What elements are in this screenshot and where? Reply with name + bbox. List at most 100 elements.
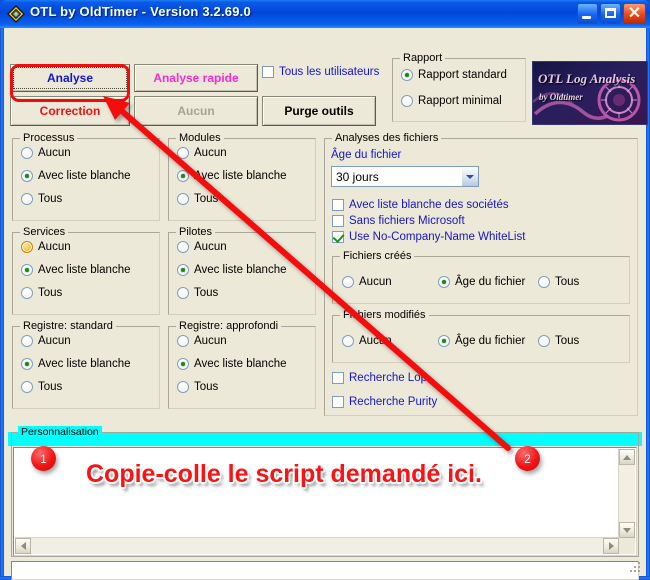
- radio-icon: [21, 287, 33, 299]
- pilotes-group: Pilotes Aucun Avec liste blanche Tous: [168, 226, 316, 315]
- radio-icon: [177, 381, 189, 393]
- pilotes-avec-liste-blanche-radio[interactable]: Avec liste blanche: [177, 264, 286, 276]
- radio-icon: [21, 381, 33, 393]
- checkbox-icon: [332, 231, 344, 243]
- analyses-legend: Analyses des fichiers: [332, 132, 442, 144]
- radio-label: Tous: [555, 335, 580, 347]
- registre-standard-legend: Registre: standard: [20, 320, 116, 332]
- analyse-rapide-button[interactable]: Analyse rapide: [134, 64, 258, 92]
- sans-fichiers-microsoft-checkbox[interactable]: Sans fichiers Microsoft: [332, 215, 465, 227]
- aucun-button[interactable]: Aucun: [134, 96, 258, 126]
- fichiers-crees-group: Fichiers créés Aucun Âge du fichier Tous: [332, 250, 630, 304]
- fichiers-modifies-tous-radio[interactable]: Tous: [538, 335, 579, 347]
- age-du-fichier-value: 30 jours: [336, 169, 379, 184]
- radio-label: Tous: [194, 381, 219, 393]
- checkbox-icon: [332, 372, 344, 384]
- rapport-group: Rapport Rapport standard Rapport minimal: [392, 52, 526, 122]
- tous-les-utilisateurs-checkbox[interactable]: Tous les utilisateurs: [262, 66, 379, 78]
- registre-approfondi-avec-liste-blanche-radio[interactable]: Avec liste blanche: [177, 358, 286, 370]
- maximize-button[interactable]: [600, 3, 621, 24]
- modules-tous-radio[interactable]: Tous: [177, 193, 218, 205]
- client-area: Analyse Analyse rapide Correction Aucun …: [4, 28, 648, 580]
- registre-standard-tous-radio[interactable]: Tous: [21, 381, 62, 393]
- registre-standard-group: Registre: standard Aucun Avec liste blan…: [12, 320, 160, 409]
- recherche-purity-checkbox[interactable]: Recherche Purity: [332, 396, 437, 408]
- resize-grip-icon[interactable]: [628, 560, 640, 572]
- registre-standard-aucun-radio[interactable]: Aucun: [21, 335, 71, 347]
- services-aucun-radio[interactable]: Aucun: [21, 241, 71, 253]
- registre-approfondi-legend: Registre: approfondi: [176, 320, 282, 332]
- purge-outils-button[interactable]: Purge outils: [262, 96, 376, 126]
- services-avec-liste-blanche-radio[interactable]: Avec liste blanche: [21, 264, 130, 276]
- radio-label: Âge du fichier: [455, 276, 526, 288]
- memo-horizontal-scrollbar[interactable]: [15, 537, 619, 554]
- modules-avec-liste-blanche-radio[interactable]: Avec liste blanche: [177, 170, 286, 182]
- memo-vertical-scrollbar[interactable]: [618, 449, 635, 538]
- radio-icon: [538, 276, 550, 288]
- radio-label: Tous: [555, 276, 580, 288]
- radio-icon: [21, 193, 33, 205]
- checkbox-icon: [262, 66, 274, 78]
- analyse-button[interactable]: Analyse: [10, 64, 130, 92]
- radio-icon: [177, 170, 189, 182]
- radio-icon: [177, 287, 189, 299]
- radio-icon: [177, 193, 189, 205]
- modules-group: Modules Aucun Avec liste blanche Tous: [168, 132, 316, 221]
- rapport-minimal-radio[interactable]: Rapport minimal: [401, 95, 502, 107]
- age-du-fichier-select[interactable]: 30 jours: [331, 166, 479, 187]
- fichiers-modifies-age-du-fichier-radio[interactable]: Âge du fichier: [438, 335, 525, 347]
- scroll-down-button[interactable]: [619, 522, 635, 538]
- checkbox-icon: [332, 199, 344, 211]
- registre-approfondi-tous-radio[interactable]: Tous: [177, 381, 218, 393]
- radio-icon: [401, 69, 413, 81]
- processus-tous-radio[interactable]: Tous: [21, 193, 62, 205]
- radio-label: Âge du fichier: [455, 335, 526, 347]
- recherche-lop-checkbox[interactable]: Recherche Lop: [332, 372, 427, 384]
- radio-label: Aucun: [38, 241, 71, 253]
- pilotes-aucun-radio[interactable]: Aucun: [177, 241, 227, 253]
- radio-icon: [21, 358, 33, 370]
- minimize-button[interactable]: [577, 3, 598, 24]
- scroll-left-button[interactable]: [15, 538, 31, 554]
- checkbox-label: Sans fichiers Microsoft: [349, 215, 465, 227]
- radio-label: Tous: [38, 193, 63, 205]
- services-tous-radio[interactable]: Tous: [21, 287, 62, 299]
- radio-label: Tous: [194, 193, 219, 205]
- scroll-right-button[interactable]: [603, 538, 619, 554]
- radio-label: Aucun: [38, 335, 71, 347]
- chevron-down-icon[interactable]: [461, 167, 478, 186]
- correction-button[interactable]: Correction: [10, 96, 130, 126]
- fichiers-crees-tous-radio[interactable]: Tous: [538, 276, 579, 288]
- pilotes-legend: Pilotes: [176, 226, 216, 238]
- logo-line-2: by Oldtimer: [539, 92, 583, 102]
- modules-legend: Modules: [176, 132, 224, 144]
- scroll-up-button[interactable]: [619, 449, 635, 465]
- pilotes-tous-radio[interactable]: Tous: [177, 287, 218, 299]
- checkbox-icon: [332, 215, 344, 227]
- checkbox-label: Use No-Company-Name WhiteList: [349, 231, 526, 243]
- use-no-company-name-whitelist-checkbox[interactable]: Use No-Company-Name WhiteList: [332, 231, 525, 243]
- registre-standard-avec-liste-blanche-radio[interactable]: Avec liste blanche: [21, 358, 130, 370]
- minimize-icon: [582, 16, 591, 19]
- close-button[interactable]: ✕: [623, 3, 646, 24]
- radio-icon: [342, 276, 354, 288]
- personnalisation-legend: Personnalisation: [18, 426, 102, 438]
- fichiers-modifies-group: Fichiers modifiés Aucun Âge du fichier T…: [332, 309, 630, 363]
- avec-liste-blanche-societes-checkbox[interactable]: Avec liste blanche des sociétés: [332, 199, 509, 211]
- processus-avec-liste-blanche-radio[interactable]: Avec liste blanche: [21, 170, 130, 182]
- modules-aucun-radio[interactable]: Aucun: [177, 147, 227, 159]
- checkbox-label: Recherche Lop: [349, 372, 427, 384]
- registre-approfondi-aucun-radio[interactable]: Aucun: [177, 335, 227, 347]
- otl-log-analysis-logo: OTL Log Analysis by Oldtimer: [532, 61, 648, 125]
- personnalisation-memo[interactable]: [13, 447, 637, 556]
- fichiers-crees-age-du-fichier-radio[interactable]: Âge du fichier: [438, 276, 525, 288]
- title-bar[interactable]: OTL by OldTimer - Version 3.2.69.0 ✕: [0, 0, 650, 28]
- fichiers-crees-aucun-radio[interactable]: Aucun: [342, 276, 392, 288]
- processus-group: Processus Aucun Avec liste blanche Tous: [12, 132, 160, 221]
- status-input[interactable]: [11, 561, 639, 580]
- rapport-standard-radio[interactable]: Rapport standard: [401, 69, 507, 81]
- rapport-standard-label: Rapport standard: [418, 69, 507, 81]
- radio-icon: [538, 335, 550, 347]
- fichiers-modifies-aucun-radio[interactable]: Aucun: [342, 335, 392, 347]
- processus-aucun-radio[interactable]: Aucun: [21, 147, 71, 159]
